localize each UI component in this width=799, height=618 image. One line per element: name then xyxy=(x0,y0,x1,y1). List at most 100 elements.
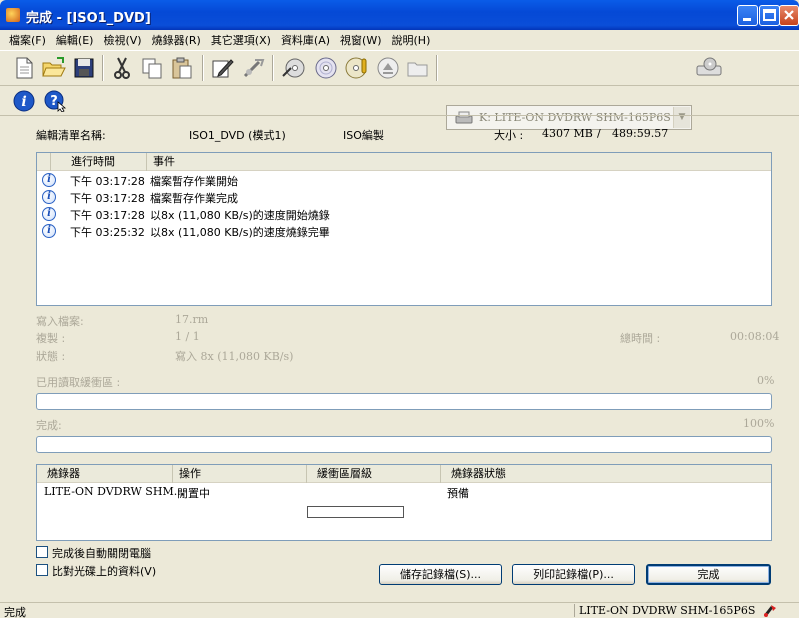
menu-edit[interactable]: 編輯(E) xyxy=(51,32,99,48)
status-value: 寫入 8x (11,080 KB/s) xyxy=(175,350,294,363)
print-log-button[interactable]: 列印記錄檔(P)... xyxy=(512,564,635,585)
recorder-row[interactable]: LITE-ON DVDRW SHM... 閒置中 預備 xyxy=(37,484,771,518)
compilation-properties-button[interactable] xyxy=(208,54,236,82)
open-folder-icon xyxy=(42,57,66,77)
eject-button[interactable] xyxy=(374,54,402,82)
window-title: 完成 - [ISO1_DVD] xyxy=(26,11,151,26)
close-button[interactable] xyxy=(779,5,799,26)
buffer-percent: 0% xyxy=(757,374,775,387)
app-flame-icon xyxy=(6,8,20,22)
recorder-action: 閒置中 xyxy=(177,487,210,500)
buffer-label: 已用讀取緩衝區 : xyxy=(36,376,121,389)
menu-file[interactable]: 檔案(F) xyxy=(4,32,51,48)
log-row-event: 檔案暫存作業完成 xyxy=(150,192,238,205)
disc-info-button[interactable] xyxy=(280,54,308,82)
verify-checkbox[interactable] xyxy=(36,564,48,576)
info-icon: i xyxy=(42,224,56,238)
burn-tool-icon xyxy=(243,59,265,78)
shutdown-checkbox[interactable] xyxy=(36,546,48,558)
copy-button[interactable] xyxy=(138,54,166,82)
write-file-label: 寫入檔案: xyxy=(36,315,84,328)
copy-icon xyxy=(142,58,162,79)
log-row-event: 以8x (11,080 KB/s)的速度開始燒錄 xyxy=(150,209,330,222)
menu-help[interactable]: 說明(H) xyxy=(387,32,436,48)
size-separator: / xyxy=(597,127,601,140)
recorder-button[interactable] xyxy=(694,54,724,82)
shutdown-label[interactable]: 完成後自動關閉電腦 xyxy=(52,545,151,561)
event-log-list[interactable]: 進行時間 事件 i 下午 03:17:28 檔案暫存作業開始 i 下午 03:1… xyxy=(36,152,772,306)
recorder-column-name[interactable]: 燒錄器 xyxy=(37,465,173,483)
done-progress-bar xyxy=(36,436,772,453)
folder-icon xyxy=(407,62,428,77)
compilation-name-label: 編輯清單名稱: xyxy=(36,129,106,142)
disc-copy-button[interactable] xyxy=(312,54,340,82)
close-icon xyxy=(784,10,794,20)
eject-icon xyxy=(377,57,399,79)
paste-clipboard-icon xyxy=(172,57,192,79)
minimize-icon xyxy=(743,18,751,21)
menu-window[interactable]: 視窗(W) xyxy=(335,32,386,48)
status-burn-icon xyxy=(763,605,776,617)
status-text: 完成 xyxy=(4,606,26,618)
context-help-button[interactable]: ? xyxy=(42,87,70,115)
status-bar: 完成 LITE-ON DVDRW SHM-165P6S xyxy=(0,602,799,618)
log-row-event: 以8x (11,080 KB/s)的速度燒錄完畢 xyxy=(150,226,330,239)
total-time-value: 00:08:04 xyxy=(730,330,780,343)
verify-label[interactable]: 比對光碟上的資料(V) xyxy=(52,563,156,579)
open-button[interactable] xyxy=(40,54,68,82)
size-value: 4307 MB xyxy=(542,127,593,140)
log-column-time[interactable]: 進行時間 xyxy=(65,153,147,171)
total-time-label: 總時間 : xyxy=(620,332,661,345)
new-button[interactable] xyxy=(10,54,38,82)
recorder-column-buffer[interactable]: 緩衝區層級 xyxy=(307,465,441,483)
log-row[interactable]: i 下午 03:17:28 以8x (11,080 KB/s)的速度開始燒錄 xyxy=(37,206,771,223)
status-label: 狀態 : xyxy=(36,350,66,363)
log-row-event: 檔案暫存作業開始 xyxy=(150,175,238,188)
edit-pencil-icon xyxy=(212,59,234,78)
log-row[interactable]: i 下午 03:25:32 以8x (11,080 KB/s)的速度燒錄完畢 xyxy=(37,223,771,240)
burn-button[interactable] xyxy=(240,54,268,82)
recorder-buffer-bar xyxy=(307,506,404,518)
disc-icon xyxy=(315,57,337,79)
log-row-time: 下午 03:17:28 xyxy=(70,175,145,188)
write-file-value: 17.rm xyxy=(175,313,209,326)
log-row-time: 下午 03:25:32 xyxy=(70,226,145,239)
burn-progress-panel: 編輯清單名稱: ISO1_DVD (模式1) ISO編製 大小 : 4307 M… xyxy=(0,117,799,602)
save-button[interactable] xyxy=(70,54,98,82)
menu-view[interactable]: 檢視(V) xyxy=(98,32,146,48)
recorder-state: 預備 xyxy=(447,487,469,500)
done-progress-fill xyxy=(37,437,771,452)
disc-properties-button[interactable] xyxy=(343,54,371,82)
maximize-button[interactable] xyxy=(759,5,780,26)
done-percent: 100% xyxy=(743,417,775,430)
recorder-list[interactable]: 燒錄器 操作 緩衝區層級 燒錄器狀態 LITE-ON DVDRW SHM... … xyxy=(36,464,772,541)
about-button[interactable]: i xyxy=(10,87,38,115)
menu-recorder[interactable]: 燒錄器(R) xyxy=(147,32,206,48)
menu-extras[interactable]: 其它選項(X) xyxy=(206,32,276,48)
log-row-time: 下午 03:17:28 xyxy=(70,192,145,205)
cut-button[interactable] xyxy=(108,54,136,82)
info-icon: i xyxy=(42,173,56,187)
help-question-icon: ? xyxy=(44,90,67,112)
title-bar[interactable]: 完成 - [ISO1_DVD] xyxy=(0,0,799,30)
save-log-button[interactable]: 儲存記錄檔(S)... xyxy=(379,564,502,585)
log-row[interactable]: i 下午 03:17:28 檔案暫存作業開始 xyxy=(37,172,771,189)
disc-info-icon xyxy=(345,57,367,79)
size-label: 大小 : xyxy=(494,129,524,142)
browse-folder-button[interactable] xyxy=(404,54,432,82)
done-label: 完成: xyxy=(36,419,62,432)
minimize-button[interactable] xyxy=(737,5,758,26)
new-document-icon xyxy=(16,57,33,79)
svg-text:i: i xyxy=(21,94,26,110)
log-row[interactable]: i 下午 03:17:28 檔案暫存作業完成 xyxy=(37,189,771,206)
help-toolbar: i ? xyxy=(0,86,799,116)
log-column-event[interactable]: 事件 xyxy=(147,153,771,171)
menu-database[interactable]: 資料庫(A) xyxy=(276,32,335,48)
buffer-progress-bar xyxy=(36,393,772,410)
done-button[interactable]: 完成 xyxy=(646,564,771,585)
recorder-column-action[interactable]: 操作 xyxy=(173,465,307,483)
paste-button[interactable] xyxy=(168,54,196,82)
compilation-type-value: ISO編製 xyxy=(343,129,384,142)
recorder-column-state[interactable]: 燒錄器狀態 xyxy=(441,465,771,483)
info-icon: i xyxy=(42,190,56,204)
